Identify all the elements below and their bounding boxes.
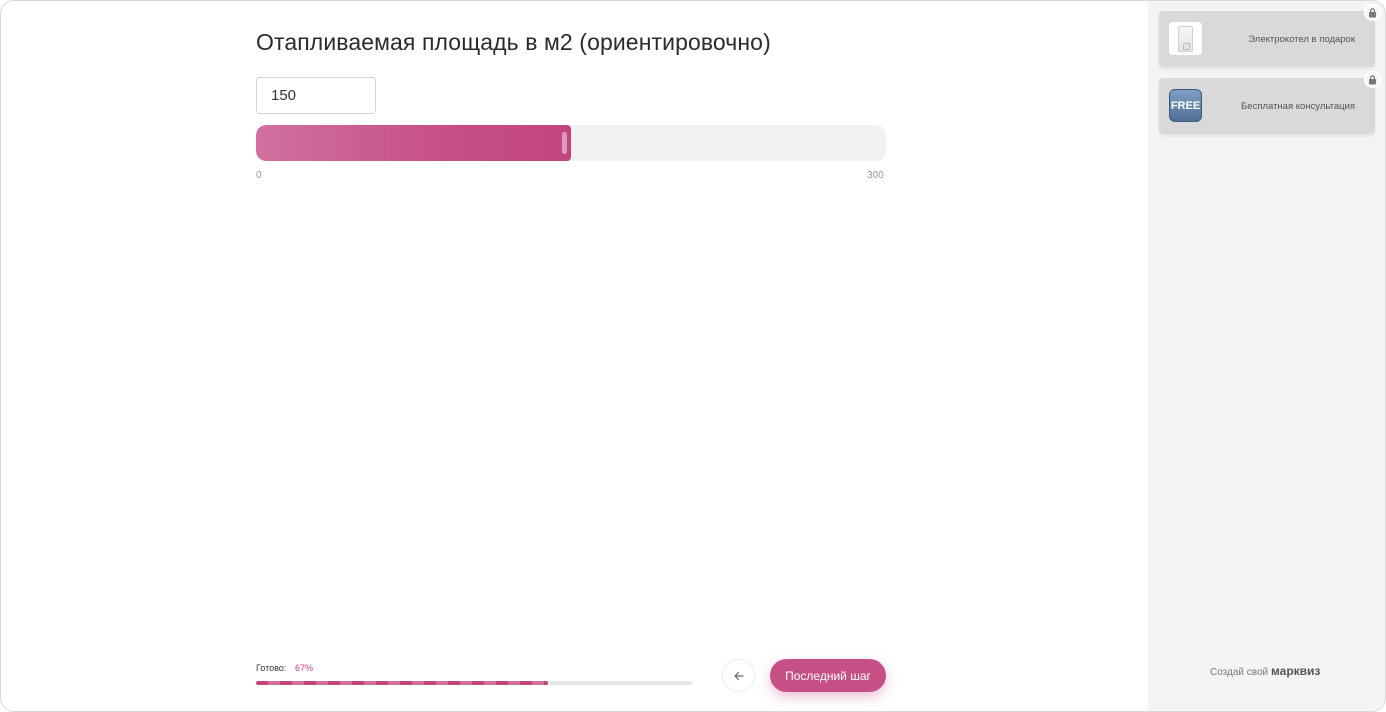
bonus-label: Электрокотел в подарок: [1248, 33, 1355, 45]
bonus-card-boiler[interactable]: Электрокотел в подарок: [1159, 11, 1375, 67]
question-title: Отапливаемая площадь в м2 (ориентировочн…: [256, 29, 771, 55]
bonus-card-consultation[interactable]: FREE Бесплатная консультация: [1159, 78, 1375, 134]
quiz-window: Отапливаемая площадь в м2 (ориентировочн…: [0, 0, 1386, 712]
marquiz-credit-link[interactable]: Создай свой марквиз: [1210, 664, 1320, 678]
lock-icon: [1364, 71, 1381, 88]
lock-icon: [1364, 4, 1381, 21]
slider-handle[interactable]: [562, 132, 567, 154]
boiler-image: [1169, 22, 1202, 55]
credit-prefix: Создай свой: [1210, 667, 1269, 678]
arrow-left-icon: [733, 671, 744, 680]
slider-min-label: 0: [256, 170, 262, 181]
area-slider[interactable]: [256, 125, 886, 161]
quiz-main-panel: Отапливаемая площадь в м2 (ориентировочн…: [1, 1, 1148, 711]
progress-bar: [256, 681, 692, 685]
back-button[interactable]: [722, 659, 755, 692]
progress-label: Готово:: [256, 663, 287, 673]
bonus-label: Бесплатная консультация: [1241, 100, 1355, 112]
progress-fill: [256, 681, 549, 685]
progress-percent: 67%: [295, 663, 314, 673]
slider-max-label: 300: [867, 170, 884, 181]
brand-name: марквиз: [1270, 664, 1321, 678]
last-step-button[interactable]: Последний шаг: [770, 659, 886, 692]
boiler-illustration: [1178, 25, 1193, 52]
free-badge-icon: FREE: [1169, 89, 1202, 122]
slider-fill: [256, 125, 571, 161]
area-input[interactable]: [256, 77, 376, 114]
